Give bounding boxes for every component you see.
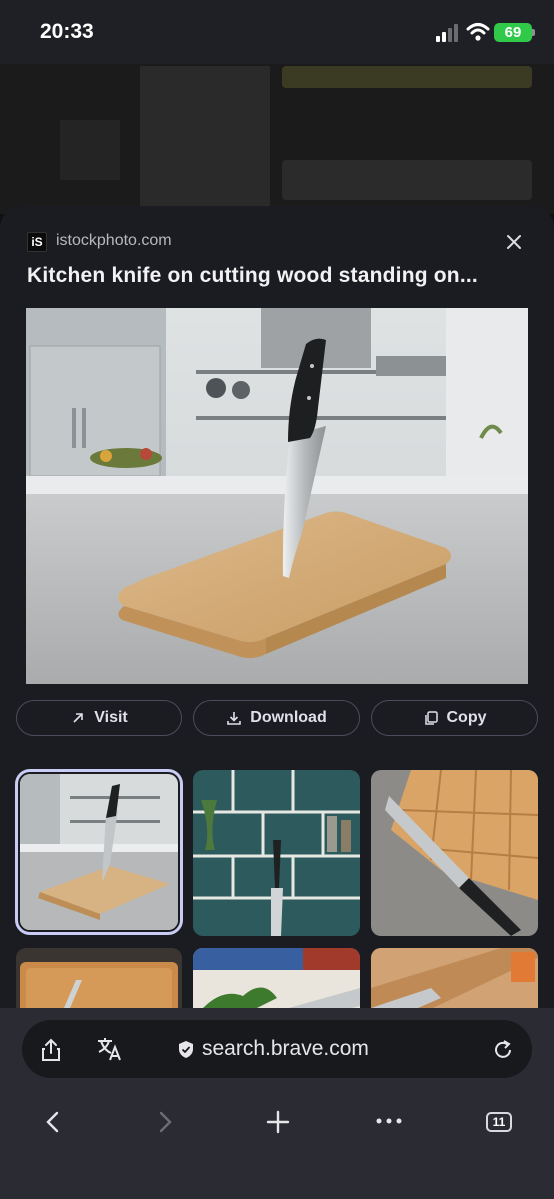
copy-label: Copy: [446, 709, 487, 726]
battery-tip: [532, 29, 535, 36]
url-text[interactable]: search.brave.com: [202, 1037, 369, 1061]
tabs-icon[interactable]: 11: [486, 1112, 512, 1132]
signal-icon: [436, 24, 458, 42]
more-icon[interactable]: [376, 1116, 402, 1126]
arrow-up-right-icon: [73, 713, 84, 723]
related-thumbnail[interactable]: [371, 770, 538, 936]
download-button[interactable]: Download: [193, 700, 360, 736]
back-icon[interactable]: [44, 1110, 62, 1134]
visit-button[interactable]: Visit: [16, 700, 182, 736]
main-image[interactable]: [26, 308, 528, 684]
background-block: [140, 66, 270, 206]
background-block: [282, 160, 532, 200]
share-icon[interactable]: [40, 1038, 62, 1062]
copy-icon: [424, 711, 438, 725]
background-block: [60, 120, 120, 180]
translate-icon[interactable]: [96, 1036, 124, 1062]
related-thumbnail[interactable]: [15, 769, 183, 935]
shield-icon: [179, 1041, 193, 1058]
download-icon: [227, 712, 242, 725]
background-block: [282, 66, 532, 88]
related-thumbnail[interactable]: [193, 770, 360, 936]
reload-icon[interactable]: [492, 1039, 514, 1061]
plus-icon[interactable]: [266, 1110, 290, 1134]
source-domain[interactable]: istockphoto.com: [56, 232, 172, 250]
status-time: 20:33: [40, 20, 94, 43]
image-title[interactable]: Kitchen knife on cutting wood standing o…: [27, 264, 478, 288]
forward-icon: [159, 1111, 172, 1133]
battery-indicator: 69: [494, 23, 532, 42]
close-icon[interactable]: [502, 230, 526, 254]
copy-button[interactable]: Copy: [371, 700, 538, 736]
wifi-icon: [466, 23, 490, 41]
visit-label: Visit: [94, 709, 128, 726]
site-favicon: iS: [27, 232, 47, 252]
download-label: Download: [250, 709, 327, 726]
